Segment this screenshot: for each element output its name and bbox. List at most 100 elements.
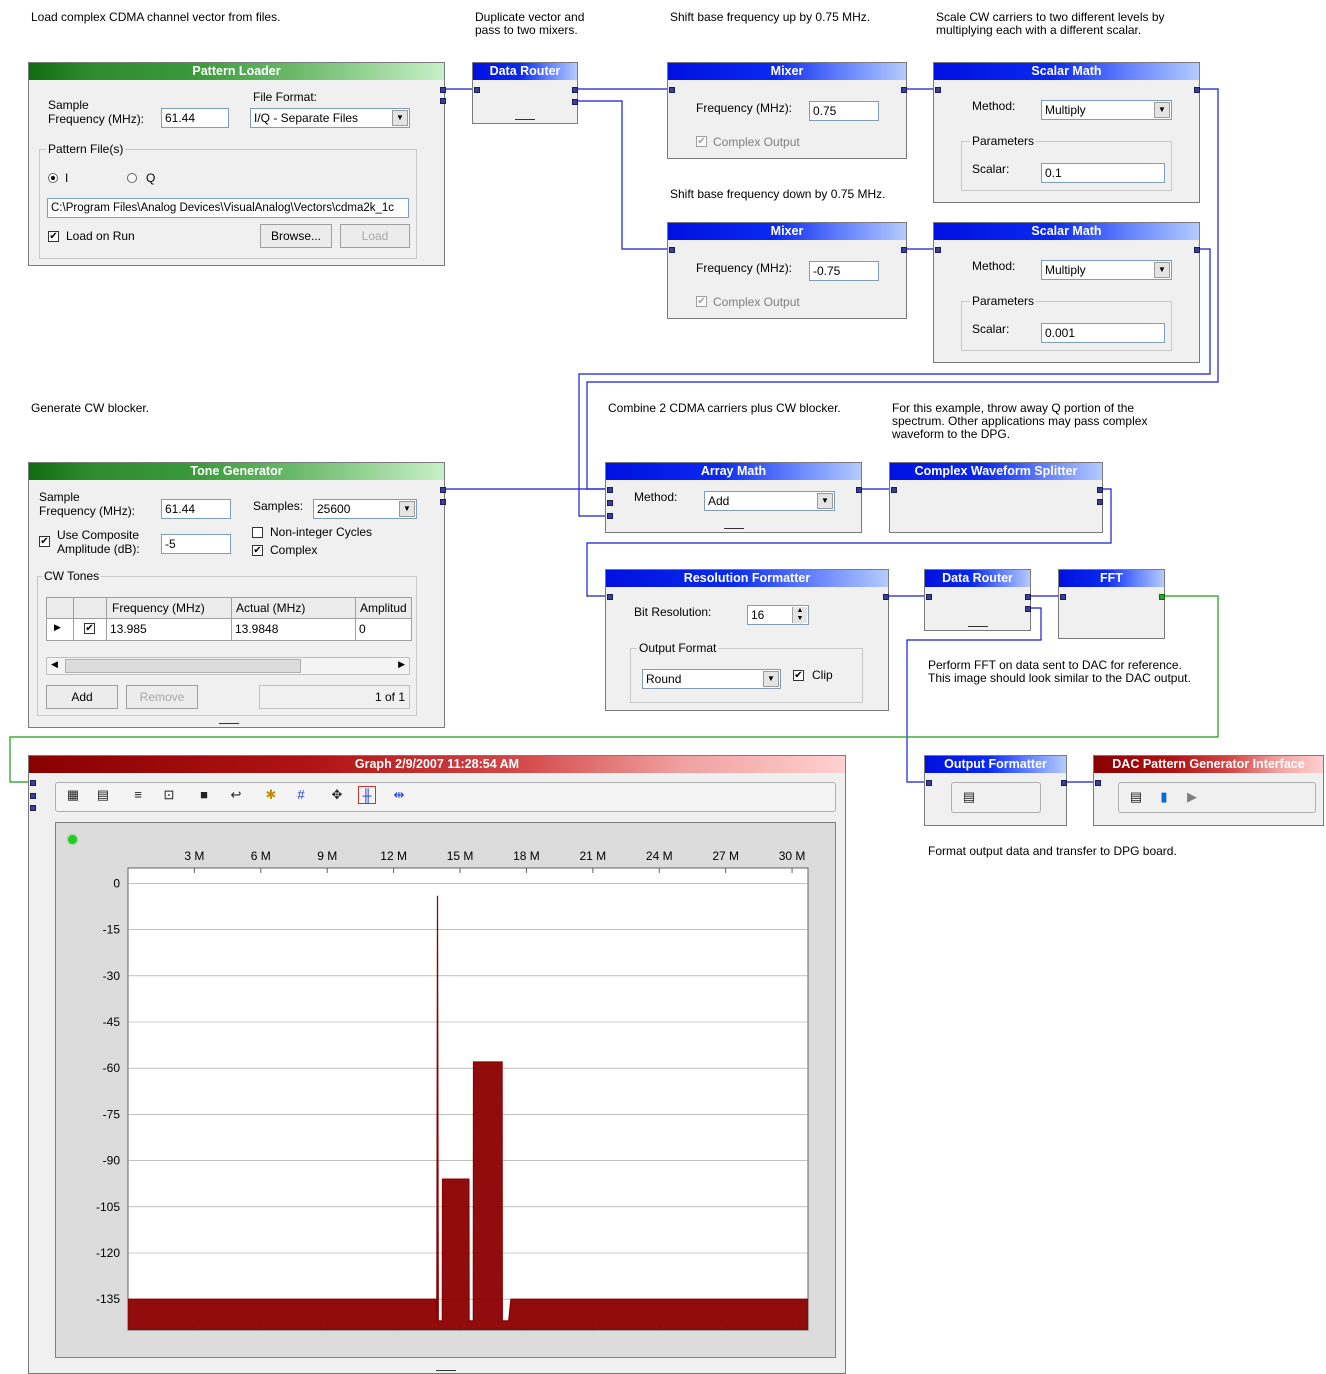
grid-icon[interactable]: # <box>292 786 310 804</box>
save-icon[interactable]: ■ <box>195 786 213 804</box>
table-icon[interactable]: ▤ <box>94 786 112 804</box>
input-port[interactable] <box>926 594 932 600</box>
input-port[interactable] <box>607 594 613 600</box>
file-format-select[interactable]: I/Q - Separate Files ▼ <box>250 108 410 128</box>
fft-title[interactable]: FFT <box>1059 570 1164 587</box>
chevron-down-icon[interactable]: ▼ <box>1154 262 1170 278</box>
data-router-block[interactable]: Data Router <box>472 62 578 124</box>
output-port[interactable] <box>1025 594 1031 600</box>
output-port[interactable] <box>572 99 578 105</box>
output-port[interactable] <box>901 87 907 93</box>
use-composite-checkbox[interactable]: ✔ <box>39 536 50 547</box>
output-port[interactable] <box>1061 780 1067 786</box>
method-select[interactable]: Add ▼ <box>704 491 835 511</box>
complex-waveform-splitter-block[interactable]: Complex Waveform Splitter <box>889 462 1103 533</box>
scalar-math-block[interactable]: Scalar Math Method: Multiply ▼ Parameter… <box>933 222 1200 363</box>
export-icon[interactable]: ↩ <box>227 786 245 804</box>
chevron-down-icon[interactable]: ▼ <box>399 501 415 517</box>
cursor-icon[interactable]: ╫ <box>358 786 376 804</box>
tone-generator-title[interactable]: Tone Generator <box>29 463 444 480</box>
method-select[interactable]: Multiply ▼ <box>1041 260 1172 280</box>
sample-frequency-input[interactable]: 61.44 <box>161 108 229 128</box>
resolution-formatter-block[interactable]: Resolution Formatter Bit Resolution: 16 … <box>605 569 889 711</box>
chevron-down-icon[interactable]: ▼ <box>763 671 779 687</box>
resize-grip[interactable] <box>436 1370 456 1371</box>
output-formatter-title[interactable]: Output Formatter <box>925 756 1066 773</box>
output-port[interactable] <box>1159 594 1165 600</box>
output-port[interactable] <box>856 487 862 493</box>
output-port[interactable] <box>1097 499 1103 505</box>
input-port[interactable] <box>607 500 613 506</box>
graph-block[interactable]: Graph 2/9/2007 11:28:54 AM ▦ ▤ ≡ ⊡ ■ ↩ ✱… <box>28 755 846 1374</box>
mixer-block[interactable]: Mixer Frequency (MHz): 0.75 ✔ Complex Ou… <box>667 62 907 159</box>
data-router-title[interactable]: Data Router <box>473 63 577 80</box>
clip-checkbox[interactable]: ✔ <box>793 670 804 681</box>
load-on-run-checkbox[interactable]: ✔ <box>48 231 59 242</box>
input-port[interactable] <box>669 247 675 253</box>
horizontal-scrollbar[interactable]: ◀ ▶ <box>46 657 410 675</box>
tone-frequency-cell[interactable]: 13.985 <box>110 622 147 636</box>
bit-resolution-input[interactable]: 16 ▲ ▼ <box>747 605 809 625</box>
scalar-input[interactable]: 0.001 <box>1041 323 1165 343</box>
fft-block[interactable]: FFT <box>1058 569 1165 639</box>
mixer-block[interactable]: Mixer Frequency (MHz): -0.75 ✔ Complex O… <box>667 222 907 319</box>
radio-i[interactable] <box>48 173 58 183</box>
resize-grip[interactable] <box>968 626 988 627</box>
complex-checkbox[interactable]: ✔ <box>252 545 263 556</box>
resize-grip[interactable] <box>515 119 535 120</box>
play-icon[interactable]: ▶ <box>1183 788 1201 806</box>
tone-actual-cell[interactable]: 13.9848 <box>235 622 278 636</box>
spinner-icon[interactable]: ▲ ▼ <box>792 607 807 623</box>
tone-enabled-checkbox[interactable]: ✔ <box>84 623 95 634</box>
input-port[interactable] <box>607 487 613 493</box>
fit-icon[interactable]: ⇹ <box>390 786 408 804</box>
scroll-right-icon[interactable]: ▶ <box>398 659 405 670</box>
plot-area[interactable]: 0 -15 -30 -45 -60 -75 -90 -105 -120 -135 3 M 6 M 9 M… <box>55 822 836 1358</box>
radio-q[interactable] <box>127 173 137 183</box>
tone-generator-block[interactable]: Tone Generator Sample Frequency (MHz): 6… <box>28 462 446 728</box>
pattern-loader-title[interactable]: Pattern Loader <box>29 63 444 80</box>
output-port[interactable] <box>440 98 446 104</box>
pattern-file-path-input[interactable]: C:\Program Files\Analog Devices\VisualAn… <box>47 198 409 218</box>
chevron-down-icon[interactable]: ▼ <box>1154 102 1170 118</box>
input-port[interactable] <box>607 513 613 519</box>
properties-icon[interactable]: ▤ <box>960 788 978 806</box>
complex-output-checkbox[interactable]: ✔ <box>696 136 707 147</box>
scalar-math-title[interactable]: Scalar Math <box>934 223 1199 240</box>
output-port[interactable] <box>440 499 446 505</box>
output-formatter-block[interactable]: Output Formatter ▤ <box>924 755 1067 826</box>
graph-title[interactable]: Graph 2/9/2007 11:28:54 AM <box>29 756 845 773</box>
input-port[interactable] <box>30 793 36 799</box>
data-router-title[interactable]: Data Router <box>925 570 1030 587</box>
input-port[interactable] <box>30 780 36 786</box>
input-port[interactable] <box>669 87 675 93</box>
method-select[interactable]: Multiply ▼ <box>1041 100 1172 120</box>
tone-amplitude-cell[interactable]: 0 <box>359 622 366 636</box>
chart-icon[interactable]: ▦ <box>64 786 82 804</box>
dac-interface-block[interactable]: DAC Pattern Generator Interface ▤ ▮ ▶ <box>1093 755 1324 826</box>
input-port[interactable] <box>891 487 897 493</box>
scalar-math-title[interactable]: Scalar Math <box>934 63 1199 80</box>
input-port[interactable] <box>474 87 480 93</box>
input-port[interactable] <box>935 247 941 253</box>
remove-tone-button[interactable]: Remove <box>126 685 198 709</box>
properties-icon[interactable]: ⊡ <box>160 786 178 804</box>
sample-frequency-input[interactable]: 61.44 <box>161 499 231 519</box>
download-icon[interactable]: ▮ <box>1155 788 1173 806</box>
list-icon[interactable]: ≡ <box>129 786 147 804</box>
output-port[interactable] <box>440 87 446 93</box>
frequency-input[interactable]: -0.75 <box>809 261 879 281</box>
chevron-down-icon[interactable]: ▼ <box>392 110 408 126</box>
resolution-formatter-title[interactable]: Resolution Formatter <box>606 570 888 587</box>
output-port[interactable] <box>1194 87 1200 93</box>
output-port[interactable] <box>901 247 907 253</box>
browse-button[interactable]: Browse... <box>260 224 332 248</box>
scroll-left-icon[interactable]: ◀ <box>51 659 58 670</box>
scalar-input[interactable]: 0.1 <box>1041 163 1165 183</box>
output-port[interactable] <box>1194 247 1200 253</box>
marker-icon[interactable]: ✱ <box>262 786 280 804</box>
splitter-title[interactable]: Complex Waveform Splitter <box>890 463 1102 480</box>
input-port[interactable] <box>1095 780 1101 786</box>
zoom-icon[interactable]: ✥ <box>328 786 346 804</box>
amplitude-input[interactable]: -5 <box>161 534 231 554</box>
